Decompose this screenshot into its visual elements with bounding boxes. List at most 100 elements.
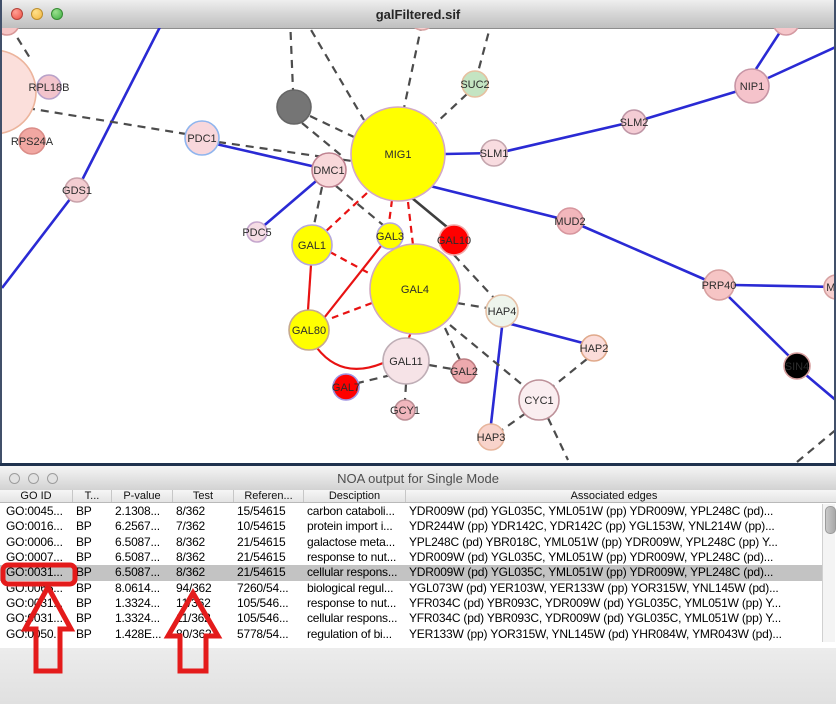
- cell-pvalue: 6.5087...: [111, 535, 172, 550]
- node-label: HAP3: [477, 432, 506, 444]
- cell-type: BP: [72, 519, 111, 534]
- network-node[interactable]: [410, 28, 434, 30]
- cell-test: 8/362: [172, 504, 233, 519]
- cell-pvalue: 1.3324...: [111, 596, 172, 611]
- network-edge: [491, 327, 502, 424]
- column-header-id[interactable]: GO ID: [0, 490, 72, 502]
- column-header-type[interactable]: T...: [72, 490, 111, 502]
- network-edge: [734, 285, 834, 287]
- network-edge: [314, 187, 322, 225]
- vertical-scrollbar[interactable]: [822, 504, 835, 642]
- table-row[interactable]: GO:0031...BP1.3324...11/362105/546...res…: [0, 596, 822, 611]
- network-node[interactable]: [2, 28, 19, 35]
- cell-id: GO:0065...: [0, 581, 72, 596]
- network-window-titlebar[interactable]: galFiltered.sif: [2, 0, 834, 29]
- cell-desc: regulation of bi...: [303, 627, 405, 642]
- column-header-desc[interactable]: Desciption: [303, 490, 405, 502]
- network-graph: RPL18BRPS24AGDS1PDC1DMC1MIG1PDC5GAL1GAL3…: [2, 28, 834, 463]
- cell-desc: cellular respons...: [303, 565, 405, 580]
- table-row[interactable]: GO:0050...BP1.428E...80/3625778/54...reg…: [0, 627, 822, 642]
- cell-desc: galactose meta...: [303, 535, 405, 550]
- cell-id: GO:0007...: [0, 550, 72, 565]
- cell-edges: YDR244W (pp) YDR142C, YDR142C (pp) YGL15…: [405, 519, 822, 534]
- table-row[interactable]: GO:0065...BP8.0614...94/3627260/54...bio…: [0, 581, 822, 596]
- cell-test: 8/362: [172, 535, 233, 550]
- noa-window-titlebar[interactable]: NOA output for Single Mode: [0, 466, 836, 491]
- table-row[interactable]: GO:0031...BP6.5087...8/36221/54615cellul…: [0, 565, 822, 580]
- node-label: HAP2: [580, 343, 609, 355]
- network-edge: [308, 265, 311, 310]
- cell-test: 7/362: [172, 519, 233, 534]
- network-edge: [317, 348, 383, 369]
- cell-ref: 21/54615: [233, 550, 303, 565]
- node-label: SUC2: [460, 79, 489, 91]
- column-header-pvalue[interactable]: P-value: [111, 490, 172, 502]
- node-label: MSI: [826, 282, 834, 294]
- button-bar: Save Cancel: [0, 648, 836, 704]
- cell-id: GO:0006...: [0, 535, 72, 550]
- network-node[interactable]: [773, 28, 799, 35]
- network-edge: [507, 124, 623, 151]
- node-label: GAL7: [332, 382, 360, 394]
- cell-test: 11/362: [172, 596, 233, 611]
- cell-pvalue: 6.2567...: [111, 519, 172, 534]
- node-label: SIN4: [785, 361, 809, 373]
- table-row[interactable]: GO:0045...BP2.1308...8/36215/54615carbon…: [0, 504, 822, 519]
- cell-desc: carbon cataboli...: [303, 504, 405, 519]
- scrollbar-thumb[interactable]: [825, 506, 836, 534]
- cell-edges: YDR009W (pd) YGL035C, YML051W (pp) YDR00…: [405, 504, 822, 519]
- window-controls: [11, 8, 63, 20]
- cell-type: BP: [72, 611, 111, 626]
- network-edge: [797, 428, 834, 462]
- noa-window-title: NOA output for Single Mode: [0, 471, 836, 486]
- column-header-ref[interactable]: Referen...: [233, 490, 303, 502]
- close-button[interactable]: [9, 473, 20, 484]
- column-header-test[interactable]: Test: [172, 490, 233, 502]
- minimize-button[interactable]: [31, 8, 43, 20]
- network-edge: [408, 202, 413, 245]
- table-row[interactable]: GO:0007...BP6.5087...8/36221/54615respon…: [0, 550, 822, 565]
- cell-type: BP: [72, 550, 111, 565]
- node-label: GAL1: [298, 240, 326, 252]
- cell-ref: 10/54615: [233, 519, 303, 534]
- network-window: galFiltered.sif RPL18BRPS24AGDS1PDC1DMC1…: [0, 0, 836, 463]
- table-row[interactable]: GO:0031...BP1.3324...11/362105/546...cel…: [0, 611, 822, 626]
- zoom-button[interactable]: [51, 8, 63, 20]
- cell-edges: YFR034C (pd) YBR093C, YDR009W (pd) YGL03…: [405, 611, 822, 626]
- network-edge: [445, 328, 460, 360]
- node-label: PRP40: [702, 280, 737, 292]
- cell-ref: 15/54615: [233, 504, 303, 519]
- cell-test: 94/362: [172, 581, 233, 596]
- cell-desc: protein import i...: [303, 519, 405, 534]
- table-row[interactable]: GO:0016...BP6.2567...7/36210/54615protei…: [0, 519, 822, 534]
- node-label: PDC5: [242, 227, 271, 239]
- network-edge: [478, 28, 492, 72]
- node-label: GAL80: [292, 325, 326, 337]
- cell-id: GO:0031...: [0, 565, 72, 580]
- column-header-edges[interactable]: Associated edges: [405, 490, 822, 502]
- cell-test: 8/362: [172, 550, 233, 565]
- node-label: SLM2: [620, 117, 649, 129]
- window-title: galFiltered.sif: [2, 7, 834, 22]
- node-label: GAL4: [401, 284, 429, 296]
- network-canvas[interactable]: RPL18BRPS24AGDS1PDC1DMC1MIG1PDC5GAL1GAL3…: [2, 28, 834, 463]
- cell-pvalue: 6.5087...: [111, 565, 172, 580]
- cell-id: GO:0045...: [0, 504, 72, 519]
- node-label: HAP4: [488, 306, 517, 318]
- cell-type: BP: [72, 565, 111, 580]
- node-label: PDC1: [187, 133, 216, 145]
- table-row[interactable]: GO:0006...BP6.5087...8/36221/54615galact…: [0, 535, 822, 550]
- cell-pvalue: 1.428E...: [111, 627, 172, 642]
- node-label: RPL18B: [29, 82, 70, 94]
- cell-type: BP: [72, 535, 111, 550]
- network-node[interactable]: [277, 90, 311, 124]
- screen: galFiltered.sif RPL18BRPS24AGDS1PDC1DMC1…: [0, 0, 836, 704]
- cell-test: 80/362: [172, 627, 233, 642]
- network-edge: [502, 413, 526, 430]
- minimize-button[interactable]: [28, 473, 39, 484]
- close-button[interactable]: [11, 8, 23, 20]
- node-label: DMC1: [313, 165, 344, 177]
- zoom-button[interactable]: [47, 473, 58, 484]
- network-edge: [324, 193, 367, 233]
- network-edge: [551, 359, 587, 388]
